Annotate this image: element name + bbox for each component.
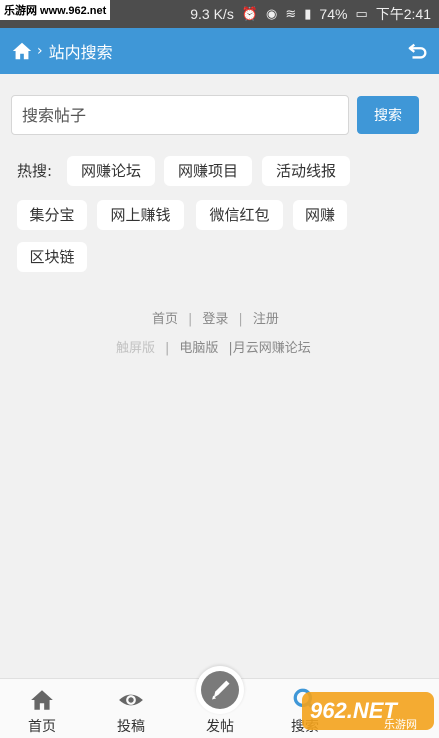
site-watermark: 乐游网 www.962.net: [0, 0, 111, 20]
alarm-icon: ⏰: [241, 6, 259, 21]
site-logo-watermark: 962.NET 乐游网: [302, 692, 434, 731]
post-button-inner: [201, 671, 239, 709]
status-right: 9.3 K/s ⏰ ◉ ≋ ▮ 74% ▭ 下午2:41: [190, 4, 431, 24]
svg-text:乐游网: 乐游网: [384, 718, 417, 731]
home-icon[interactable]: [11, 40, 33, 62]
hot-label: 热搜:: [17, 162, 53, 180]
footer-site-name[interactable]: |月云网赚论坛: [228, 341, 310, 356]
hot-tag[interactable]: 网赚: [293, 200, 347, 230]
footer-separator: |: [188, 312, 193, 327]
footer-pc-link[interactable]: 电脑版: [179, 341, 218, 356]
search-form: 搜索: [11, 95, 419, 135]
eye-icon: [119, 694, 143, 706]
hot-tag[interactable]: 网上赚钱: [97, 200, 184, 230]
footer-row-version: 触屏版 | 电脑版 |月云网赚论坛: [116, 337, 311, 356]
tab-home[interactable]: 首页: [7, 679, 77, 738]
hot-tag[interactable]: 区块链: [17, 242, 87, 272]
footer-separator: |: [165, 341, 170, 356]
footer-row-account: 首页 | 登录 | 注册: [152, 308, 279, 327]
hot-tag[interactable]: 微信红包: [196, 200, 283, 230]
hot-tag[interactable]: 活动线报: [262, 156, 350, 186]
hot-tag[interactable]: 集分宝: [17, 200, 87, 230]
home-icon: [31, 690, 53, 710]
post-button[interactable]: [196, 666, 244, 714]
search-input[interactable]: [11, 95, 349, 135]
tab-label: 首页: [28, 719, 56, 735]
search-button[interactable]: 搜索: [357, 96, 419, 134]
clock: 下午2:41: [375, 6, 431, 22]
battery-percent: 74%: [319, 6, 348, 22]
page-title: 站内搜索: [48, 43, 113, 62]
footer-login-link[interactable]: 登录: [202, 312, 228, 327]
tab-label: 投稿: [117, 719, 145, 735]
signal-icon: ▮: [304, 6, 312, 21]
battery-icon: ▭: [355, 6, 368, 21]
footer-home-link[interactable]: 首页: [152, 312, 178, 327]
eye-status-icon: ◉: [266, 6, 278, 21]
wifi-icon: ≋: [285, 6, 297, 21]
network-speed: 9.3 K/s: [190, 6, 234, 22]
hot-tag[interactable]: 网赚论坛: [67, 156, 155, 186]
pencil-icon: [212, 680, 230, 700]
footer-separator: |: [238, 312, 243, 327]
breadcrumb-separator: ›: [37, 43, 43, 59]
back-icon[interactable]: [407, 40, 429, 62]
hot-tag[interactable]: 网赚项目: [164, 156, 252, 186]
footer-register-link[interactable]: 注册: [253, 312, 279, 327]
tab-label: 发帖: [206, 719, 234, 735]
top-navbar: › 站内搜索: [0, 28, 439, 74]
tab-submit[interactable]: 投稿: [96, 679, 166, 738]
footer-touch-version: 触屏版: [116, 341, 156, 356]
status-bar: 乐游网 www.962.net 9.3 K/s ⏰ ◉ ≋ ▮ 74% ▭ 下午…: [0, 0, 439, 28]
